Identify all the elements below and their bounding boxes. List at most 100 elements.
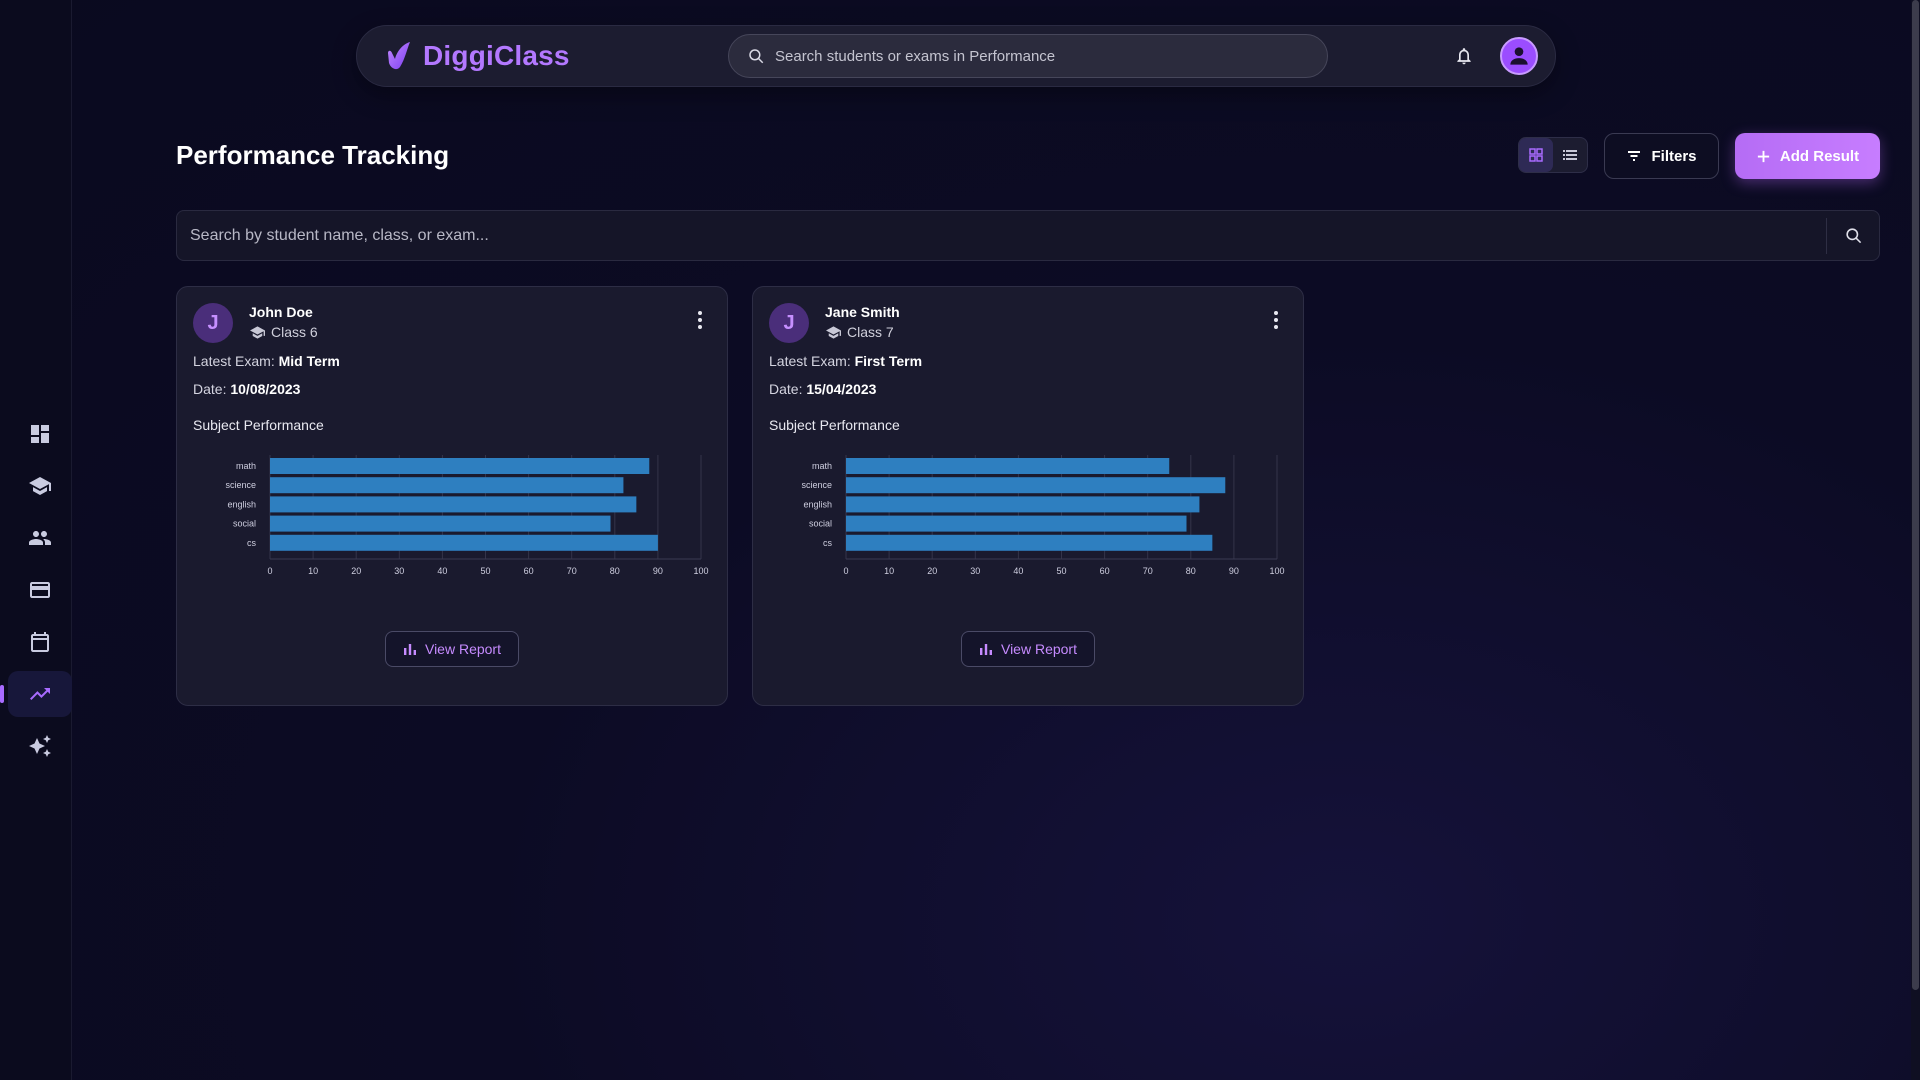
- exam-date: Date: 15/04/2023: [769, 381, 876, 397]
- x-tick-label: 90: [653, 566, 663, 576]
- app-logo[interactable]: DiggiClass: [385, 40, 570, 72]
- bell-icon: [1457, 48, 1471, 65]
- x-tick-label: 60: [524, 566, 534, 576]
- scrollbar-thumb[interactable]: [1912, 0, 1919, 990]
- exam-date: Date: 10/08/2023: [193, 381, 300, 397]
- view-report-button[interactable]: View Report: [961, 631, 1095, 667]
- latest-exam-value: Mid Term: [278, 353, 340, 369]
- bar: [846, 496, 1200, 513]
- student-class: Class 7: [825, 324, 894, 340]
- bar: [846, 477, 1226, 494]
- bar-chart-icon: [979, 644, 992, 655]
- subject-performance-chart: 0 10 20 30 40 50 60 70 80 90 100 math science english…: [801, 455, 1285, 576]
- x-tick-label: 10: [308, 566, 318, 576]
- graduation-cap-icon: [29, 477, 51, 495]
- sidebar-item-payments[interactable]: [8, 567, 72, 613]
- view-report-label: View Report: [424, 641, 501, 657]
- exam-date-value: 10/08/2023: [230, 381, 301, 397]
- performance-search-input[interactable]: [177, 211, 1826, 260]
- view-report-button[interactable]: View Report: [385, 631, 519, 667]
- x-tick-label: 70: [1143, 566, 1153, 576]
- scrollbar-track[interactable]: [1911, 0, 1920, 1080]
- calendar-icon: [31, 632, 49, 652]
- sidebar-item-calendar[interactable]: [8, 619, 72, 665]
- x-tick-label: 70: [567, 566, 577, 576]
- notifications-button[interactable]: [1454, 46, 1476, 68]
- subject-performance-chart: 0 10 20 30 40 50 60 70 80 90 100 math science english…: [225, 455, 709, 576]
- latest-exam: Latest Exam: First Term: [769, 353, 922, 369]
- y-tick-label: cs: [823, 538, 833, 548]
- bar: [846, 458, 1170, 474]
- y-tick-label: social: [233, 519, 256, 529]
- graduation-cap-icon: [250, 325, 265, 339]
- card-menu-button[interactable]: [1271, 309, 1281, 331]
- global-search[interactable]: [728, 34, 1328, 78]
- x-tick-label: 40: [437, 566, 447, 576]
- x-tick-label: 100: [693, 566, 708, 576]
- bar: [270, 515, 611, 532]
- x-tick-label: 20: [927, 566, 937, 576]
- filters-button[interactable]: Filters: [1604, 133, 1719, 179]
- x-tick-label: 0: [267, 566, 272, 576]
- latest-exam-label: Latest Exam:: [193, 353, 275, 369]
- page-title: Performance Tracking: [176, 140, 450, 170]
- search-icon: [1845, 228, 1861, 244]
- sidebar-item-students[interactable]: [8, 515, 72, 561]
- sidebar-item-ai[interactable]: [8, 723, 72, 769]
- student-class-label: Class 7: [847, 324, 894, 340]
- user-avatar-button[interactable]: [1500, 37, 1538, 75]
- student-name: John Doe: [249, 304, 313, 320]
- global-search-input[interactable]: [775, 47, 1327, 65]
- bar: [846, 534, 1213, 551]
- student-card: J Jane Smith Class 7 Latest Exam: First …: [752, 286, 1304, 706]
- x-tick-label: 50: [1056, 566, 1066, 576]
- sidebar: [0, 0, 72, 1080]
- user-icon: [1510, 47, 1528, 65]
- filters-label: Filters: [1651, 147, 1697, 165]
- student-class-label: Class 6: [271, 324, 318, 340]
- bar: [270, 477, 624, 494]
- list-view-button[interactable]: [1553, 138, 1587, 172]
- app-name: DiggiClass: [423, 40, 570, 71]
- filter-icon: [1628, 151, 1641, 161]
- x-tick-label: 80: [610, 566, 620, 576]
- exam-date-value: 15/04/2023: [806, 381, 877, 397]
- latest-exam-label: Latest Exam:: [769, 353, 851, 369]
- student-card: J John Doe Class 6 Latest Exam: Mid Term…: [176, 286, 728, 706]
- bar: [270, 496, 637, 513]
- bar: [270, 458, 650, 474]
- student-avatar: J: [193, 303, 233, 343]
- logo-icon: [388, 42, 410, 70]
- list-icon: [1563, 150, 1577, 160]
- add-result-button[interactable]: Add Result: [1735, 133, 1880, 179]
- x-tick-label: 0: [843, 566, 848, 576]
- x-tick-label: 100: [1269, 566, 1284, 576]
- y-tick-label: science: [801, 480, 832, 490]
- grid-view-button[interactable]: [1519, 138, 1553, 172]
- y-tick-label: english: [803, 499, 832, 509]
- performance-search: [176, 210, 1880, 261]
- sidebar-item-classes[interactable]: [8, 463, 72, 509]
- subject-performance-heading: Subject Performance: [193, 417, 324, 433]
- view-report-label: View Report: [1000, 641, 1077, 657]
- search-button[interactable]: [1827, 211, 1879, 260]
- add-result-label: Add Result: [1779, 147, 1860, 165]
- dashboard-icon: [31, 425, 49, 443]
- x-tick-label: 50: [480, 566, 490, 576]
- student-avatar: J: [769, 303, 809, 343]
- people-icon: [29, 531, 51, 545]
- y-tick-label: english: [227, 499, 256, 509]
- y-tick-label: math: [812, 461, 832, 471]
- student-name: Jane Smith: [825, 304, 900, 320]
- x-tick-label: 80: [1186, 566, 1196, 576]
- subject-performance-heading: Subject Performance: [769, 417, 900, 433]
- x-tick-label: 90: [1229, 566, 1239, 576]
- trending-up-icon: [30, 688, 50, 700]
- sidebar-item-performance[interactable]: [0, 671, 72, 717]
- sidebar-item-dashboard[interactable]: [8, 411, 72, 457]
- exam-date-label: Date:: [769, 381, 803, 397]
- x-tick-label: 20: [351, 566, 361, 576]
- x-tick-label: 30: [394, 566, 404, 576]
- card-menu-button[interactable]: [695, 309, 705, 331]
- exam-date-label: Date:: [193, 381, 227, 397]
